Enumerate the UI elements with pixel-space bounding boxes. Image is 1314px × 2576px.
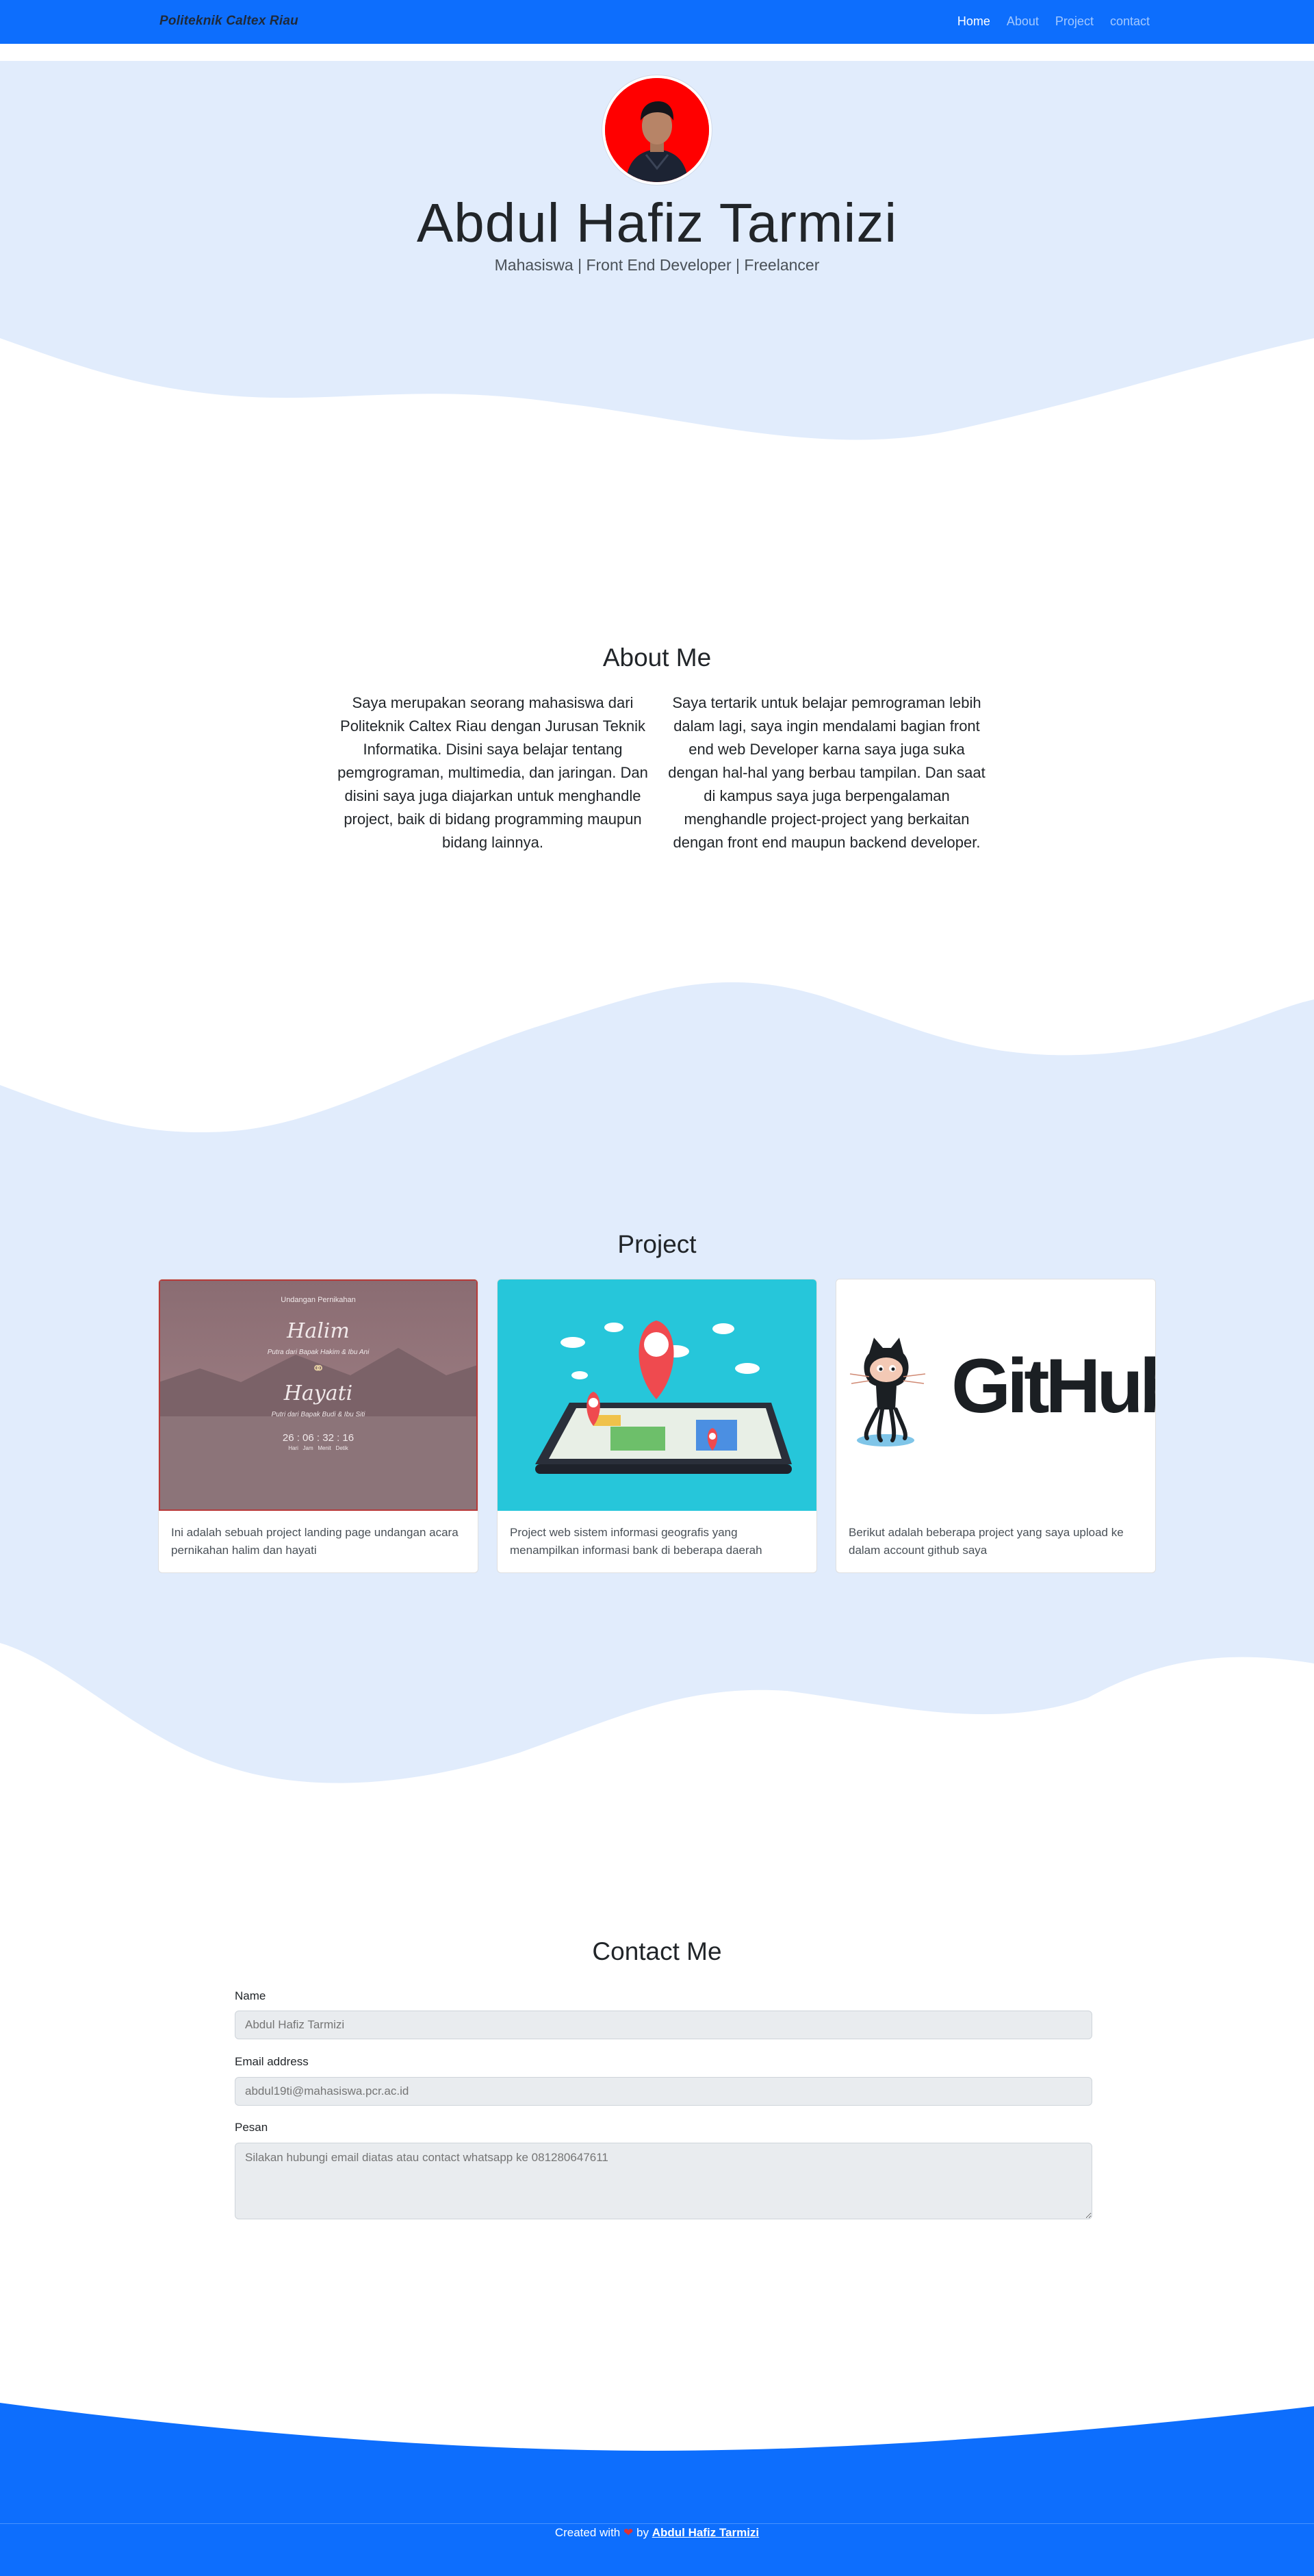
name-label: Name [235, 1989, 266, 2002]
brand-logo[interactable]: Politeknik Caltex Riau [159, 14, 298, 29]
message-textarea[interactable] [235, 2143, 1092, 2219]
ring-icon: ⚭ [311, 1360, 326, 1378]
about-title: About Me [602, 643, 712, 672]
footer-wave-background [0, 2403, 1314, 2576]
name-field[interactable] [235, 2011, 1092, 2039]
project-card-wedding[interactable]: Undangan Pernikahan Halim Putra dari Bap… [158, 1279, 478, 1573]
footer-credit: Created with ❤ by Abdul Hafiz Tarmizi [0, 2526, 1314, 2540]
project-card-github[interactable]: GitHub Berikut adalah beberapa project y… [836, 1279, 1156, 1573]
hero-name: Abdul Hafiz Tarmizi [416, 192, 898, 253]
github-logo-image: GitHub [836, 1279, 1155, 1511]
gis-map-image [498, 1279, 816, 1511]
project-title: Project [617, 1230, 697, 1258]
about-right-paragraph: Saya tertarik untuk belajar pemrograman … [668, 694, 985, 851]
hero-subtitle: Mahasiswa | Front End Developer | Freela… [494, 256, 820, 274]
heart-icon: ❤ [623, 2526, 634, 2539]
wedding-countdown: 26 : 06 : 32 : 16 [282, 1432, 355, 1444]
wedding-invitation-overlay: Undangan Pernikahan Halim Putra dari Bap… [159, 1296, 478, 1451]
wedding-bride-name: Hayati [283, 1381, 353, 1405]
footer-by: by [636, 2526, 649, 2539]
nav-link-home[interactable]: Home [957, 14, 990, 29]
contact-title: Contact Me [592, 1937, 722, 1965]
message-label: Pesan [235, 2121, 268, 2134]
project-card-text: Ini adalah sebuah project landing page u… [171, 1526, 459, 1557]
project-card-gis[interactable]: Project web sistem informasi geografis y… [497, 1279, 817, 1573]
project-card-text: Project web sistem informasi geografis y… [510, 1526, 762, 1557]
wedding-groom-parents: Putra dari Bapak Hakim & Ibu Ani [267, 1349, 370, 1356]
profile-avatar [602, 75, 712, 185]
wedding-header: Undangan Pernikahan [281, 1296, 356, 1304]
github-wordmark: GitHub [951, 1343, 1155, 1429]
navbar: Politeknik Caltex Riau Home About Projec… [0, 0, 1314, 44]
nav-link-contact[interactable]: contact [1110, 14, 1150, 29]
project-card-text: Berikut adalah beberapa project yang say… [849, 1526, 1124, 1557]
email-field[interactable] [235, 2077, 1092, 2106]
about-left-paragraph: Saya merupakan seorang mahasiswa dari Po… [337, 694, 648, 851]
footer-prefix: Created with [554, 2526, 621, 2539]
footer-author-link[interactable]: Abdul Hafiz Tarmizi [652, 2526, 759, 2539]
wedding-bride-parents: Putri dari Bapak Budi & Ibu Siti [271, 1411, 365, 1418]
wedding-countdown-units: Hari Jam Menit Detik [288, 1445, 348, 1451]
nav-link-about[interactable]: About [1007, 14, 1039, 29]
profile-photo-icon [605, 78, 709, 182]
footer-divider [0, 2523, 1314, 2524]
nav-link-project[interactable]: Project [1055, 14, 1094, 29]
nav-links: Home About Project contact [957, 14, 1150, 29]
email-label: Email address [235, 2055, 309, 2068]
wedding-groom-name: Halim [287, 1319, 350, 1343]
